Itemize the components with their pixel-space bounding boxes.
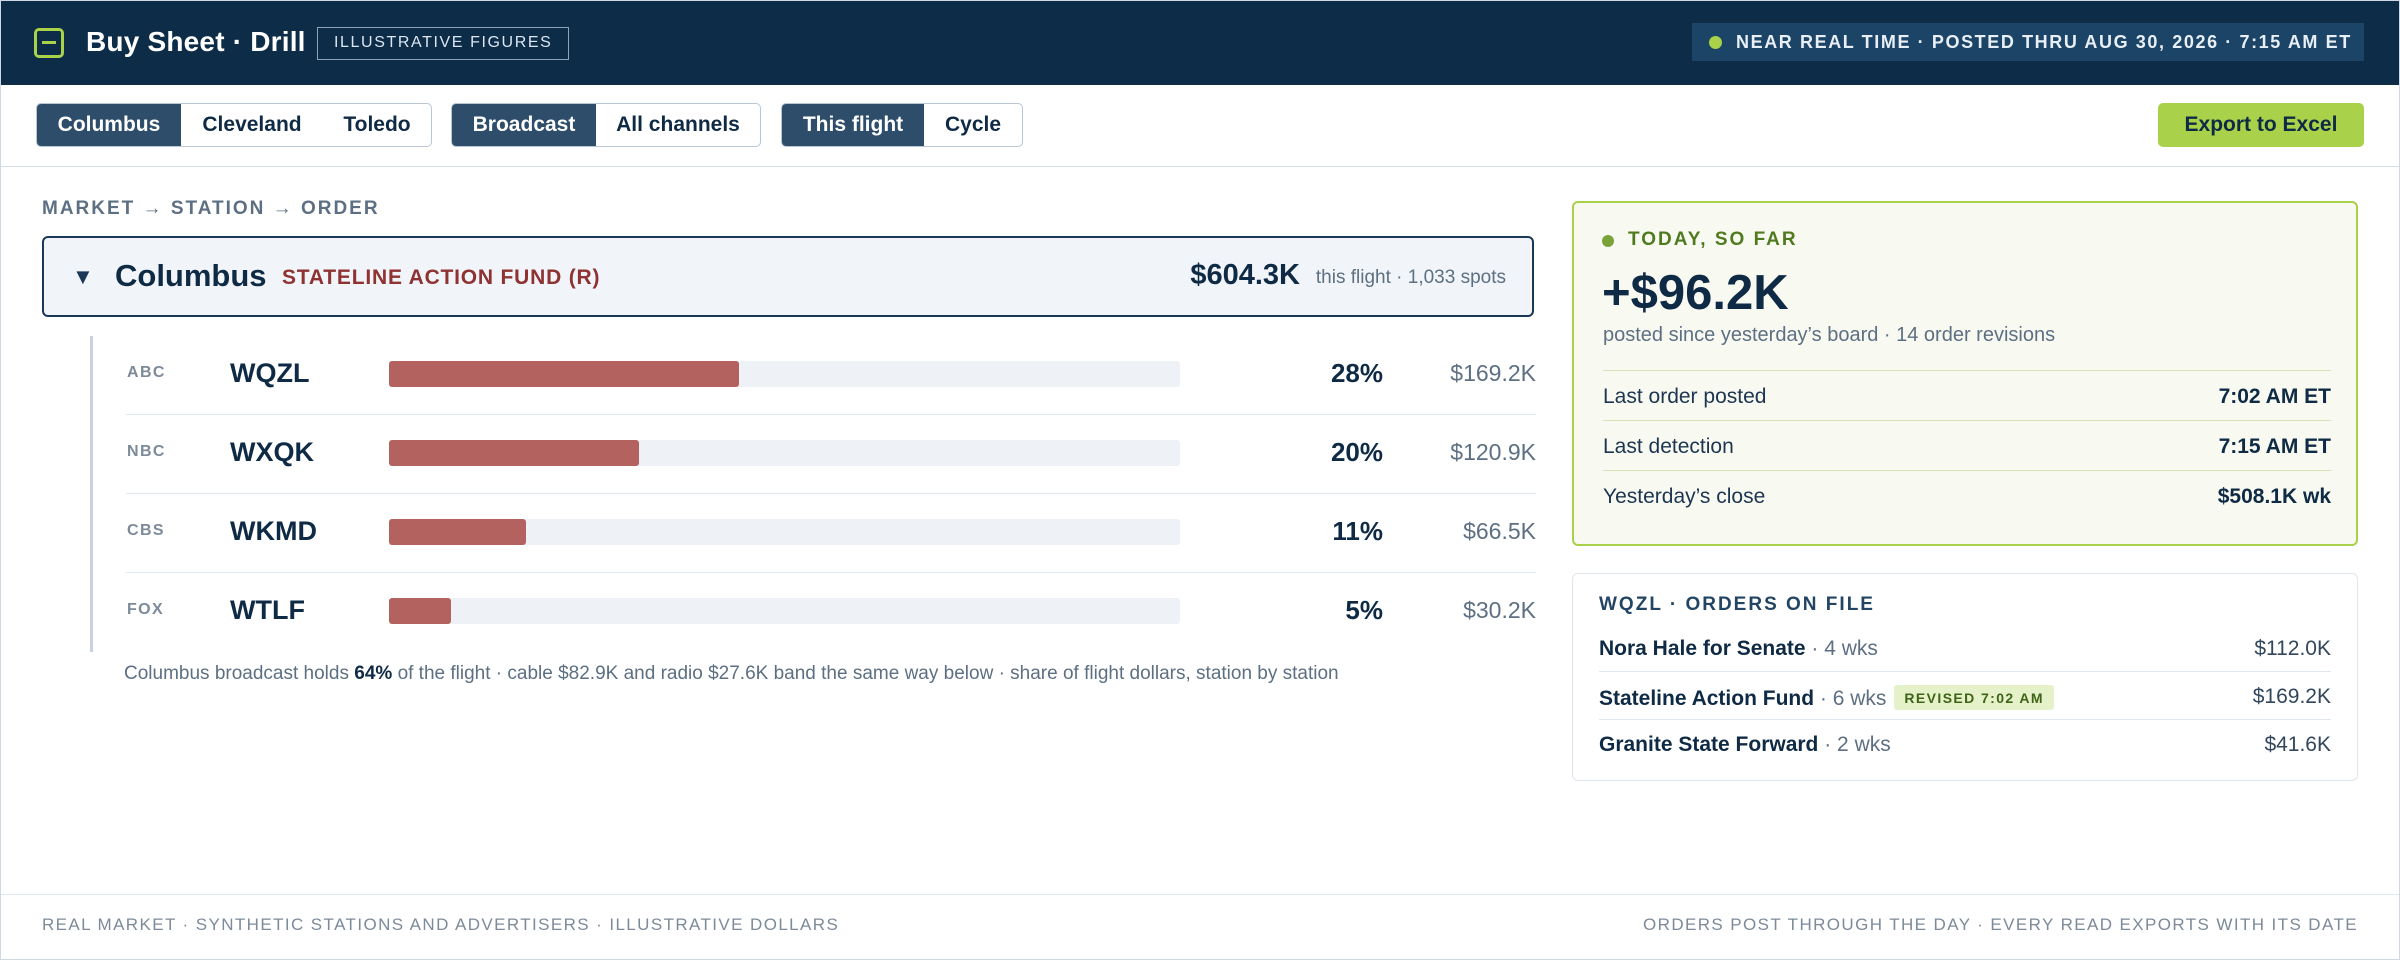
station-row-wqzl[interactable]: ABC WQZL 28% $169.2K	[126, 336, 1536, 415]
share-bar-track	[389, 519, 1180, 545]
top-bar: Buy Sheet · Drill ILLUSTRATIVE FIGURES N…	[0, 0, 2400, 85]
today-value: +$96.2K	[1602, 266, 1789, 320]
app-title: Buy Sheet · Drill	[86, 26, 306, 57]
order-advertiser: Stateline Action Fund	[1599, 687, 1815, 710]
station-dollars: $120.9K	[1450, 439, 1536, 465]
network-label: ABC	[127, 364, 166, 381]
today-heading: TODAY, SO FAR	[1628, 229, 1798, 250]
stat-row-last-detection: Last detection 7:15 AM ET	[1603, 420, 2331, 470]
share-percent: 28%	[1330, 358, 1383, 388]
share-percent: 5%	[1345, 595, 1383, 625]
today-so-far-card: TODAY, SO FAR +$96.2K posted since yeste…	[1572, 201, 2358, 546]
status-text: NEAR REAL TIME · POSTED THRU AUG 30, 202…	[1736, 32, 2352, 52]
status-banner: NEAR REAL TIME · POSTED THRU AUG 30, 202…	[1692, 23, 2364, 61]
stat-label: Yesterday’s close	[1603, 485, 1766, 508]
export-to-excel-button[interactable]: Export to Excel	[2158, 103, 2364, 147]
breadcrumb: MARKET → STATION → ORDER	[42, 198, 380, 219]
order-duration: · 4 wks	[1811, 637, 1878, 660]
footer-left-note: REAL MARKET · SYNTHETIC STATIONS AND ADV…	[42, 915, 840, 934]
market-option-cleveland[interactable]: Cleveland	[181, 104, 323, 146]
station-call-sign: WXQK	[230, 437, 314, 467]
illustrative-figures-badge: ILLUSTRATIVE FIGURES	[317, 27, 570, 60]
stat-row-last-order: Last order posted 7:02 AM ET	[1603, 370, 2331, 420]
orders-heading: WQZL · ORDERS ON FILE	[1599, 594, 1875, 615]
station-call-sign: WQZL	[230, 358, 310, 388]
market-total: $604.3K	[1190, 259, 1300, 291]
stat-label: Last order posted	[1603, 385, 1767, 408]
order-row[interactable]: Stateline Action Fund · 6 wks REVISED 7:0…	[1599, 672, 2331, 720]
share-bar-fill	[389, 519, 526, 545]
market-selector: Columbus Cleveland Toledo	[36, 103, 432, 147]
market-option-columbus[interactable]: Columbus	[37, 104, 181, 146]
market-row-columbus[interactable]: ▼ Columbus STATELINE ACTION FUND (R) $60…	[42, 236, 1534, 317]
stat-value: 7:02 AM ET	[2218, 385, 2331, 408]
caret-down-icon[interactable]: ▼	[72, 264, 94, 290]
share-bar-track	[389, 598, 1180, 624]
order-advertiser: Granite State Forward	[1599, 733, 1819, 756]
channel-option-broadcast[interactable]: Broadcast	[452, 104, 596, 146]
collapse-square-icon	[34, 28, 64, 58]
order-duration: · 6 wks	[1819, 687, 1887, 710]
share-percent: 20%	[1330, 437, 1383, 467]
stat-label: Last detection	[1603, 435, 1734, 458]
network-label: CBS	[127, 522, 165, 539]
station-dollars: $66.5K	[1463, 518, 1536, 544]
drill-rail	[90, 336, 93, 652]
status-dot-icon	[1602, 235, 1614, 247]
channel-option-all[interactable]: All channels	[596, 104, 760, 146]
footnote-tail: of the flight · cable $82.9K and radio $…	[397, 663, 1339, 684]
orders-on-file-card: WQZL · ORDERS ON FILE Nora Hale for Sena…	[1572, 573, 2358, 781]
share-bar-fill	[389, 440, 639, 466]
station-call-sign: WKMD	[230, 516, 317, 546]
market-name: Columbus	[115, 258, 267, 293]
order-amount: $112.0K	[2254, 637, 2331, 660]
network-label: NBC	[127, 443, 166, 460]
market-option-toledo[interactable]: Toledo	[323, 104, 431, 146]
station-call-sign: WTLF	[230, 595, 305, 625]
period-option-cycle[interactable]: Cycle	[924, 104, 1022, 146]
station-dollars: $30.2K	[1463, 597, 1536, 623]
period-option-this-flight[interactable]: This flight	[782, 104, 924, 146]
stat-row-yesterday-close: Yesterday’s close $508.1K wk	[1603, 470, 2331, 520]
network-label: FOX	[127, 601, 165, 618]
period-selector: This flight Cycle	[781, 103, 1023, 147]
stat-value: 7:15 AM ET	[2218, 435, 2331, 458]
footnote-lead: Columbus broadcast holds	[124, 663, 349, 684]
stat-value: $508.1K wk	[2217, 485, 2331, 508]
toolbar: Columbus Cleveland Toledo Broadcast All …	[0, 85, 2400, 167]
channel-selector: Broadcast All channels	[451, 103, 761, 147]
revised-badge: REVISED 7:02 AM	[1894, 685, 2054, 710]
advertiser-name: STATELINE ACTION FUND (R)	[282, 266, 601, 289]
station-row-wtlf[interactable]: FOX WTLF 5% $30.2K	[126, 573, 1536, 652]
share-bar-fill	[389, 361, 739, 387]
station-dollars: $169.2K	[1450, 360, 1536, 386]
share-bar-track	[389, 361, 1180, 387]
order-row[interactable]: Nora Hale for Senate · 4 wks $112.0K	[1599, 624, 2331, 672]
order-row[interactable]: Granite State Forward · 2 wks $41.6K	[1599, 720, 2331, 768]
footer-right-note: ORDERS POST THROUGH THE DAY · EVERY READ…	[1643, 915, 2358, 934]
station-row-wxqk[interactable]: NBC WXQK 20% $120.9K	[126, 415, 1536, 494]
station-row-wkmd[interactable]: CBS WKMD 11% $66.5K	[126, 494, 1536, 573]
share-percent: 11%	[1332, 516, 1383, 546]
order-amount: $169.2K	[2252, 685, 2331, 708]
order-duration: · 2 wks	[1824, 733, 1891, 756]
today-subtext: posted since yesterday’s board · 14 orde…	[1603, 324, 2056, 346]
drill-footnote: Columbus broadcast holds 64% of the flig…	[124, 663, 1339, 685]
footer: REAL MARKET · SYNTHETIC STATIONS AND ADV…	[0, 894, 2400, 960]
order-advertiser: Nora Hale for Senate	[1599, 637, 1806, 660]
share-bar-track	[389, 440, 1180, 466]
market-subtext: this flight · 1,033 spots	[1315, 267, 1506, 288]
live-dot-icon	[1709, 36, 1722, 49]
order-amount: $41.6K	[2264, 733, 2331, 756]
footnote-highlight: 64%	[354, 663, 393, 684]
share-bar-fill	[389, 598, 451, 624]
